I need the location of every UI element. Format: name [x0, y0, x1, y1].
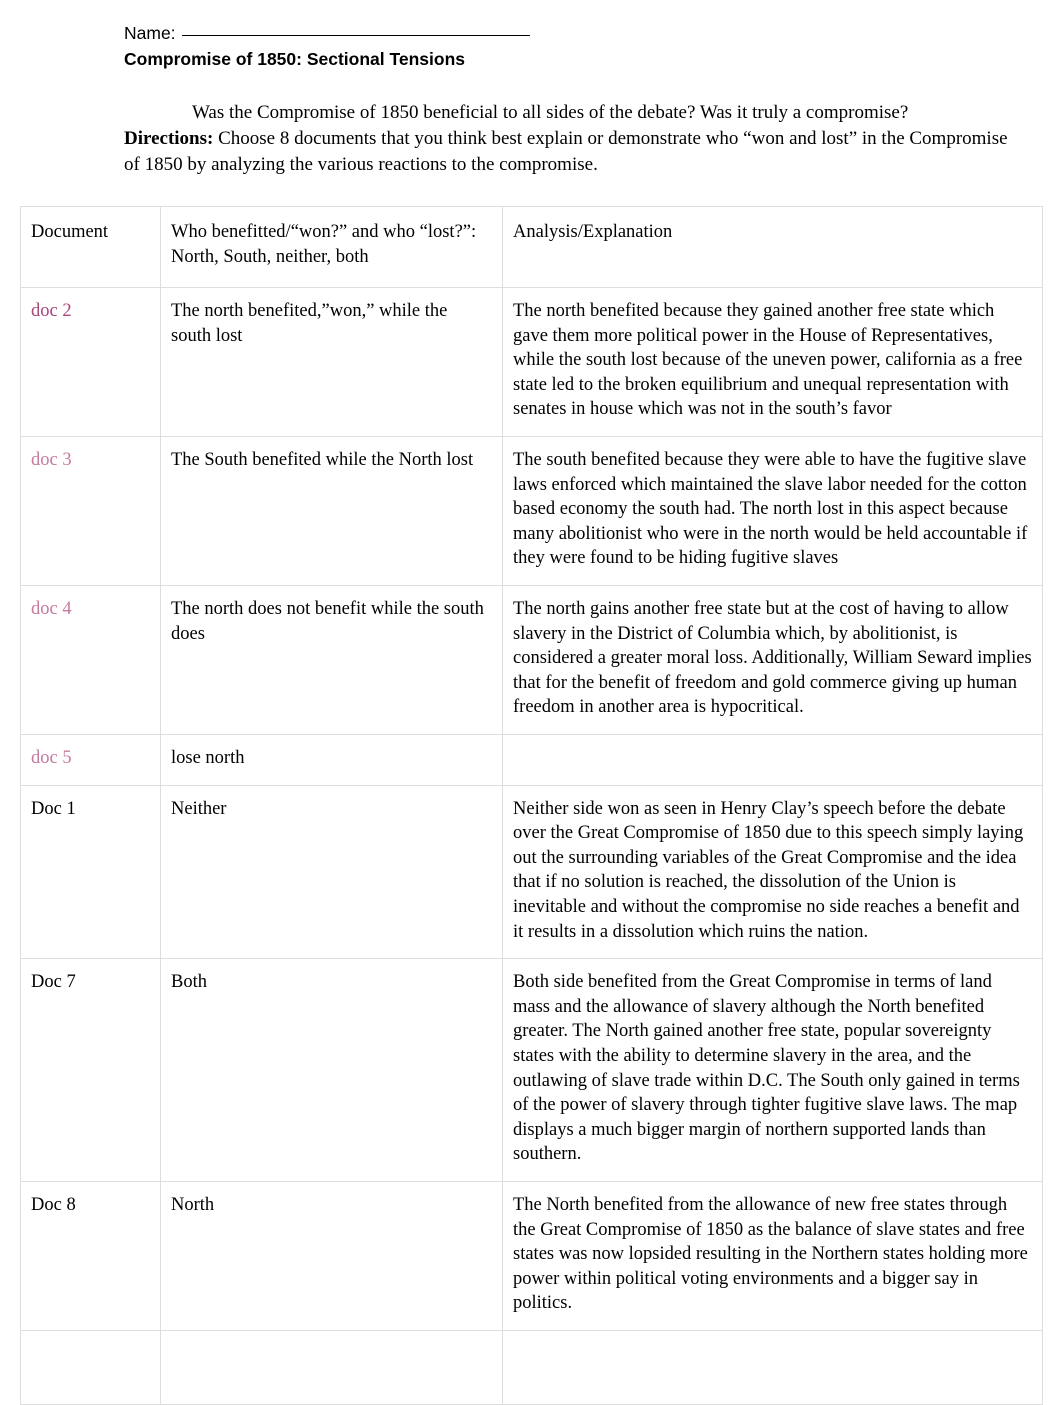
directions-paragraph: Directions: Choose 8 documents that you … — [124, 126, 1022, 178]
cell-who-benefitted: lose north — [160, 734, 503, 786]
cell-analysis: The north gains another free state but a… — [502, 585, 1043, 736]
cell-analysis: Both side benefited from the Great Compr… — [502, 958, 1043, 1182]
cell-analysis — [502, 734, 1043, 786]
table-row: doc 5 lose north — [20, 734, 1043, 786]
cell-document-id: doc 3 — [20, 436, 161, 587]
cell-who-benefitted: The South benefited while the North lost — [160, 436, 503, 587]
table-row: Doc 1 Neither Neither side won as seen in … — [20, 784, 1043, 960]
cell-analysis: The north benefited because they gained … — [502, 287, 1043, 438]
name-field-line: Name: — [124, 22, 1022, 45]
document-header: Name: Compromise of 1850: Sectional Tens… — [0, 0, 1062, 178]
name-label: Name: — [124, 23, 176, 43]
directions-text: Choose 8 documents that you think best e… — [124, 127, 1008, 175]
cell-document-id: doc 4 — [20, 585, 161, 736]
cell-document-id: Doc 7 — [20, 958, 161, 1182]
table-row: Doc 7 Both Both side benefited from the Gr… — [20, 958, 1043, 1182]
cell-document-id: doc 5 — [20, 734, 161, 786]
column-header-analysis: Analysis/Explanation — [502, 205, 1043, 289]
table-row — [20, 1329, 1043, 1405]
table-row: Doc 8 North The North benefited from the a… — [20, 1180, 1043, 1331]
cell-document-id — [20, 1329, 161, 1405]
cell-who-benefitted — [160, 1329, 503, 1405]
cell-analysis: Neither side won as seen in Henry Clay’s… — [502, 784, 1043, 960]
name-blank-rule — [181, 35, 530, 36]
directions-label: Directions: — [124, 127, 214, 149]
essential-question: Was the Compromise of 1850 beneficial to… — [192, 101, 909, 123]
intro-block: Was the Compromise of 1850 beneficial to… — [124, 100, 1022, 178]
document-analysis-table-wrapper: Document Who benefitted/“won?” and who “… — [20, 205, 1043, 1405]
cell-who-benefitted: Neither — [160, 784, 503, 960]
document-page: Name: Compromise of 1850: Sectional Tens… — [0, 0, 1062, 1405]
column-header-who-benefitted: Who benefitted/“won?” and who “lost?”: N… — [160, 205, 503, 289]
cell-analysis: The south benefited because they were ab… — [502, 436, 1043, 587]
table-row: doc 2 The north benefited,”won,” while th… — [20, 287, 1043, 438]
table-body: Document Who benefitted/“won?” and who “… — [20, 205, 1043, 1405]
table-row: doc 4 The north does not benefit while th… — [20, 585, 1043, 736]
table-header-row: Document Who benefitted/“won?” and who “… — [20, 205, 1043, 289]
cell-who-benefitted: The north benefited,”won,” while the sou… — [160, 287, 503, 438]
cell-who-benefitted: North — [160, 1180, 503, 1331]
cell-analysis: The North benefited from the allowance o… — [502, 1180, 1043, 1331]
document-analysis-table: Document Who benefitted/“won?” and who “… — [20, 205, 1043, 1405]
table-row: doc 3 The South benefited while the North… — [20, 436, 1043, 587]
cell-document-id: Doc 1 — [20, 784, 161, 960]
column-header-document: Document — [20, 205, 161, 289]
cell-who-benefitted: Both — [160, 958, 503, 1182]
page-title: Compromise of 1850: Sectional Tensions — [124, 49, 466, 70]
cell-analysis — [502, 1329, 1043, 1405]
cell-document-id: Doc 8 — [20, 1180, 161, 1331]
cell-document-id: doc 2 — [20, 287, 161, 438]
cell-who-benefitted: The north does not benefit while the sou… — [160, 585, 503, 736]
